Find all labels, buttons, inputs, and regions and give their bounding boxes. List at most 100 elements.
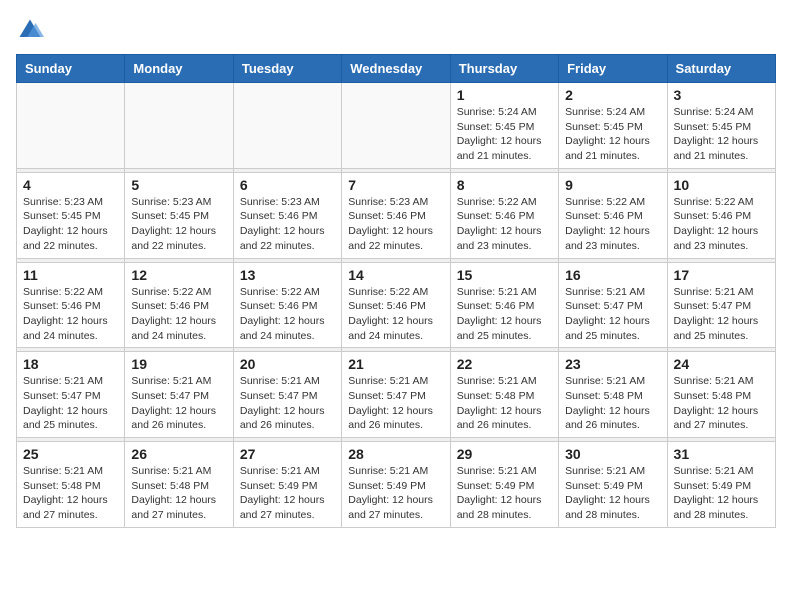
- weekday-header-saturday: Saturday: [667, 55, 775, 83]
- day-number: 23: [565, 356, 660, 372]
- calendar: SundayMondayTuesdayWednesdayThursdayFrid…: [16, 54, 776, 528]
- weekday-header-tuesday: Tuesday: [233, 55, 341, 83]
- day-cell: 21 Sunrise: 5:21 AM Sunset: 5:47 PM Dayli…: [342, 352, 450, 438]
- day-info: Sunrise: 5:21 AM Sunset: 5:49 PM Dayligh…: [565, 464, 660, 523]
- week-row-3: 11 Sunrise: 5:22 AM Sunset: 5:46 PM Dayli…: [17, 262, 776, 348]
- day-cell: 26 Sunrise: 5:21 AM Sunset: 5:48 PM Dayli…: [125, 442, 233, 528]
- day-info: Sunrise: 5:22 AM Sunset: 5:46 PM Dayligh…: [23, 285, 118, 344]
- day-cell: 15 Sunrise: 5:21 AM Sunset: 5:46 PM Dayli…: [450, 262, 558, 348]
- day-info: Sunrise: 5:21 AM Sunset: 5:47 PM Dayligh…: [23, 374, 118, 433]
- day-info: Sunrise: 5:24 AM Sunset: 5:45 PM Dayligh…: [457, 105, 552, 164]
- day-cell: 27Sunrise: 5:21 AM Sunset: 5:49 PM Dayli…: [233, 442, 341, 528]
- day-cell: [233, 83, 341, 169]
- day-number: 13: [240, 267, 335, 283]
- day-cell: 14 Sunrise: 5:22 AM Sunset: 5:46 PM Dayli…: [342, 262, 450, 348]
- day-number: 28: [348, 446, 443, 462]
- day-info: Sunrise: 5:21 AM Sunset: 5:47 PM Dayligh…: [348, 374, 443, 433]
- day-cell: 22 Sunrise: 5:21 AM Sunset: 5:48 PM Dayli…: [450, 352, 558, 438]
- weekday-header-sunday: Sunday: [17, 55, 125, 83]
- day-cell: [17, 83, 125, 169]
- day-info: Sunrise: 5:21 AM Sunset: 5:48 PM Dayligh…: [565, 374, 660, 433]
- day-number: 24: [674, 356, 769, 372]
- day-number: 3: [674, 87, 769, 103]
- day-cell: 12 Sunrise: 5:22 AM Sunset: 5:46 PM Dayli…: [125, 262, 233, 348]
- weekday-header-monday: Monday: [125, 55, 233, 83]
- day-cell: [125, 83, 233, 169]
- weekday-header-wednesday: Wednesday: [342, 55, 450, 83]
- day-cell: 13 Sunrise: 5:22 AM Sunset: 5:46 PM Dayli…: [233, 262, 341, 348]
- day-cell: 29Sunrise: 5:21 AM Sunset: 5:49 PM Dayli…: [450, 442, 558, 528]
- day-number: 30: [565, 446, 660, 462]
- day-info: Sunrise: 5:23 AM Sunset: 5:46 PM Dayligh…: [240, 195, 335, 254]
- header: [16, 16, 776, 44]
- day-number: 14: [348, 267, 443, 283]
- day-cell: [342, 83, 450, 169]
- day-cell: 28 Sunrise: 5:21 AM Sunset: 5:49 PM Dayli…: [342, 442, 450, 528]
- day-cell: 2 Sunrise: 5:24 AM Sunset: 5:45 PM Daylig…: [559, 83, 667, 169]
- day-info: Sunrise: 5:21 AM Sunset: 5:47 PM Dayligh…: [674, 285, 769, 344]
- day-number: 18: [23, 356, 118, 372]
- day-info: Sunrise: 5:23 AM Sunset: 5:45 PM Dayligh…: [131, 195, 226, 254]
- day-info: Sunrise: 5:21 AM Sunset: 5:47 PM Dayligh…: [240, 374, 335, 433]
- day-info: Sunrise: 5:22 AM Sunset: 5:46 PM Dayligh…: [240, 285, 335, 344]
- day-number: 21: [348, 356, 443, 372]
- day-info: Sunrise: 5:21 AM Sunset: 5:48 PM Dayligh…: [674, 374, 769, 433]
- day-number: 5: [131, 177, 226, 193]
- day-number: 15: [457, 267, 552, 283]
- weekday-header-row: SundayMondayTuesdayWednesdayThursdayFrid…: [17, 55, 776, 83]
- day-info: Sunrise: 5:21 AM Sunset: 5:48 PM Dayligh…: [457, 374, 552, 433]
- day-number: 26: [131, 446, 226, 462]
- day-info: Sunrise: 5:22 AM Sunset: 5:46 PM Dayligh…: [131, 285, 226, 344]
- day-info: Sunrise: 5:21 AM Sunset: 5:49 PM Dayligh…: [240, 464, 335, 523]
- day-number: 22: [457, 356, 552, 372]
- day-cell: 18 Sunrise: 5:21 AM Sunset: 5:47 PM Dayli…: [17, 352, 125, 438]
- day-number: 31: [674, 446, 769, 462]
- day-cell: 7Sunrise: 5:23 AM Sunset: 5:46 PM Daylig…: [342, 172, 450, 258]
- week-row-4: 18 Sunrise: 5:21 AM Sunset: 5:47 PM Dayli…: [17, 352, 776, 438]
- day-cell: 6 Sunrise: 5:23 AM Sunset: 5:46 PM Daylig…: [233, 172, 341, 258]
- day-number: 2: [565, 87, 660, 103]
- day-cell: 25 Sunrise: 5:21 AM Sunset: 5:48 PM Dayli…: [17, 442, 125, 528]
- logo-icon: [16, 16, 44, 44]
- day-info: Sunrise: 5:22 AM Sunset: 5:46 PM Dayligh…: [348, 285, 443, 344]
- day-info: Sunrise: 5:21 AM Sunset: 5:46 PM Dayligh…: [457, 285, 552, 344]
- day-cell: 20 Sunrise: 5:21 AM Sunset: 5:47 PM Dayli…: [233, 352, 341, 438]
- day-info: Sunrise: 5:21 AM Sunset: 5:48 PM Dayligh…: [23, 464, 118, 523]
- day-number: 20: [240, 356, 335, 372]
- day-info: Sunrise: 5:24 AM Sunset: 5:45 PM Dayligh…: [565, 105, 660, 164]
- day-number: 11: [23, 267, 118, 283]
- week-row-1: 1 Sunrise: 5:24 AM Sunset: 5:45 PM Daylig…: [17, 83, 776, 169]
- day-number: 9: [565, 177, 660, 193]
- day-cell: 10Sunrise: 5:22 AM Sunset: 5:46 PM Dayli…: [667, 172, 775, 258]
- day-info: Sunrise: 5:21 AM Sunset: 5:49 PM Dayligh…: [457, 464, 552, 523]
- day-number: 4: [23, 177, 118, 193]
- weekday-header-friday: Friday: [559, 55, 667, 83]
- day-cell: 4Sunrise: 5:23 AM Sunset: 5:45 PM Daylig…: [17, 172, 125, 258]
- day-cell: 1 Sunrise: 5:24 AM Sunset: 5:45 PM Daylig…: [450, 83, 558, 169]
- day-number: 1: [457, 87, 552, 103]
- day-number: 8: [457, 177, 552, 193]
- weekday-header-thursday: Thursday: [450, 55, 558, 83]
- day-info: Sunrise: 5:22 AM Sunset: 5:46 PM Dayligh…: [457, 195, 552, 254]
- day-number: 7: [348, 177, 443, 193]
- week-row-2: 4 Sunrise: 5:23 AM Sunset: 5:45 PM Daylig…: [17, 172, 776, 258]
- logo: [16, 16, 48, 44]
- day-cell: 17 Sunrise: 5:21 AM Sunset: 5:47 PM Dayli…: [667, 262, 775, 348]
- day-number: 12: [131, 267, 226, 283]
- day-info: Sunrise: 5:21 AM Sunset: 5:49 PM Dayligh…: [348, 464, 443, 523]
- day-cell: 31Sunrise: 5:21 AM Sunset: 5:49 PM Dayli…: [667, 442, 775, 528]
- day-number: 6: [240, 177, 335, 193]
- day-number: 17: [674, 267, 769, 283]
- day-cell: 23 Sunrise: 5:21 AM Sunset: 5:48 PM Dayli…: [559, 352, 667, 438]
- day-cell: 11 Sunrise: 5:22 AM Sunset: 5:46 PM Dayli…: [17, 262, 125, 348]
- day-info: Sunrise: 5:24 AM Sunset: 5:45 PM Dayligh…: [674, 105, 769, 164]
- day-number: 25: [23, 446, 118, 462]
- day-number: 19: [131, 356, 226, 372]
- day-number: 10: [674, 177, 769, 193]
- day-cell: 19Sunrise: 5:21 AM Sunset: 5:47 PM Dayli…: [125, 352, 233, 438]
- day-number: 16: [565, 267, 660, 283]
- day-cell: 5 Sunrise: 5:23 AM Sunset: 5:45 PM Daylig…: [125, 172, 233, 258]
- day-info: Sunrise: 5:21 AM Sunset: 5:48 PM Dayligh…: [131, 464, 226, 523]
- day-cell: 24 Sunrise: 5:21 AM Sunset: 5:48 PM Dayli…: [667, 352, 775, 438]
- day-cell: 30 Sunrise: 5:21 AM Sunset: 5:49 PM Dayli…: [559, 442, 667, 528]
